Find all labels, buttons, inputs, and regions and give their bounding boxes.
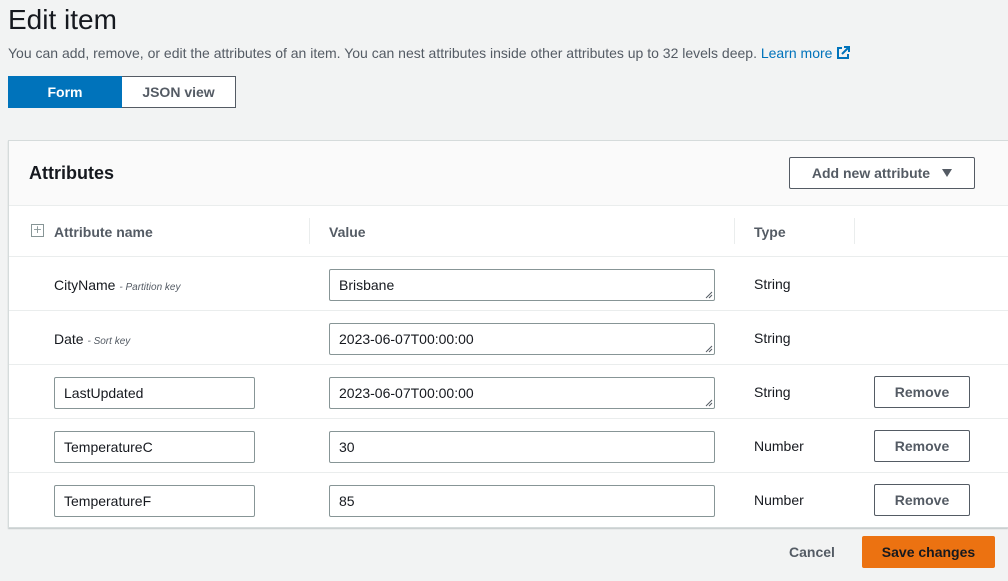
resize-handle-icon[interactable]: [705, 345, 713, 353]
attribute-name-input[interactable]: TemperatureC: [54, 431, 255, 463]
page-description: You can add, remove, or edit the attribu…: [8, 45, 851, 61]
attribute-name-label: CityName - Partition key: [54, 277, 181, 293]
json-view-button[interactable]: JSON view: [122, 76, 236, 108]
learn-more-label: Learn more: [760, 45, 833, 61]
column-attribute-name: Attribute name: [54, 224, 153, 240]
page-title: Edit item: [8, 4, 117, 35]
value-text: Brisbane: [339, 277, 395, 293]
value-input[interactable]: 2023-06-07T00:00:00: [329, 377, 715, 409]
column-divider: [854, 218, 855, 244]
table-row: LastUpdated 2023-06-07T00:00:00 String R…: [9, 365, 1008, 419]
add-new-attribute-label: Add new attribute: [811, 165, 931, 181]
column-divider: [734, 218, 735, 244]
form-view-button[interactable]: Form: [8, 76, 122, 108]
attributes-title: Attributes: [29, 163, 114, 183]
table-row: CityName - Partition key Brisbane String: [9, 257, 1008, 311]
caret-down-icon: [942, 169, 953, 177]
save-changes-button[interactable]: Save changes: [862, 536, 995, 568]
table-row: Date - Sort key 2023-06-07T00:00:00 Stri…: [9, 311, 1008, 365]
attribute-name-input[interactable]: TemperatureF: [54, 485, 255, 517]
attributes-header: Attributes Add new attribute: [9, 141, 1008, 206]
attribute-name-label: Date - Sort key: [54, 331, 130, 347]
attribute-type: Number: [754, 438, 804, 454]
value-text: 2023-06-07T00:00:00: [339, 331, 474, 347]
partition-key-note: - Partition key: [119, 282, 181, 293]
column-type: Type: [754, 224, 786, 240]
attribute-type: String: [754, 384, 791, 400]
external-link-icon: [837, 46, 851, 59]
attributes-panel: Attributes Add new attribute + Attribute…: [8, 140, 1008, 528]
value-input[interactable]: Brisbane: [329, 269, 715, 301]
resize-handle-icon[interactable]: [705, 291, 713, 299]
value-text: 30: [339, 439, 355, 455]
resize-handle-icon[interactable]: [705, 399, 713, 407]
attribute-name-input[interactable]: LastUpdated: [54, 377, 255, 409]
cancel-button[interactable]: Cancel: [789, 544, 835, 560]
attribute-name-text: TemperatureC: [64, 439, 153, 455]
description-text: You can add, remove, or edit the attribu…: [8, 45, 757, 61]
attribute-type: String: [754, 330, 791, 346]
value-text: 85: [339, 493, 355, 509]
add-new-attribute-button[interactable]: Add new attribute: [789, 157, 975, 189]
attribute-name-text: LastUpdated: [64, 385, 144, 401]
attribute-name-text: CityName: [54, 277, 116, 293]
column-value: Value: [329, 224, 366, 240]
attribute-type: Number: [754, 492, 804, 508]
remove-button[interactable]: Remove: [874, 430, 970, 462]
table-row: TemperatureF 85 Number Remove: [9, 473, 1008, 527]
table-row: TemperatureC 30 Number Remove: [9, 419, 1008, 473]
attribute-type: String: [754, 276, 791, 292]
attribute-name-text: Date: [54, 331, 84, 347]
view-toggle: Form JSON view: [8, 76, 236, 108]
value-input[interactable]: 2023-06-07T00:00:00: [329, 323, 715, 355]
remove-button[interactable]: Remove: [874, 376, 970, 408]
attribute-name-text: TemperatureF: [64, 493, 152, 509]
sort-key-note: - Sort key: [87, 336, 131, 347]
table-header: + Attribute name Value Type: [9, 206, 1008, 257]
expand-all-icon[interactable]: +: [31, 224, 44, 237]
value-text: 2023-06-07T00:00:00: [339, 385, 474, 401]
remove-button[interactable]: Remove: [874, 484, 970, 516]
column-divider: [309, 218, 310, 244]
value-input[interactable]: 85: [329, 485, 715, 517]
learn-more-link[interactable]: Learn more: [761, 45, 851, 61]
value-input[interactable]: 30: [329, 431, 715, 463]
